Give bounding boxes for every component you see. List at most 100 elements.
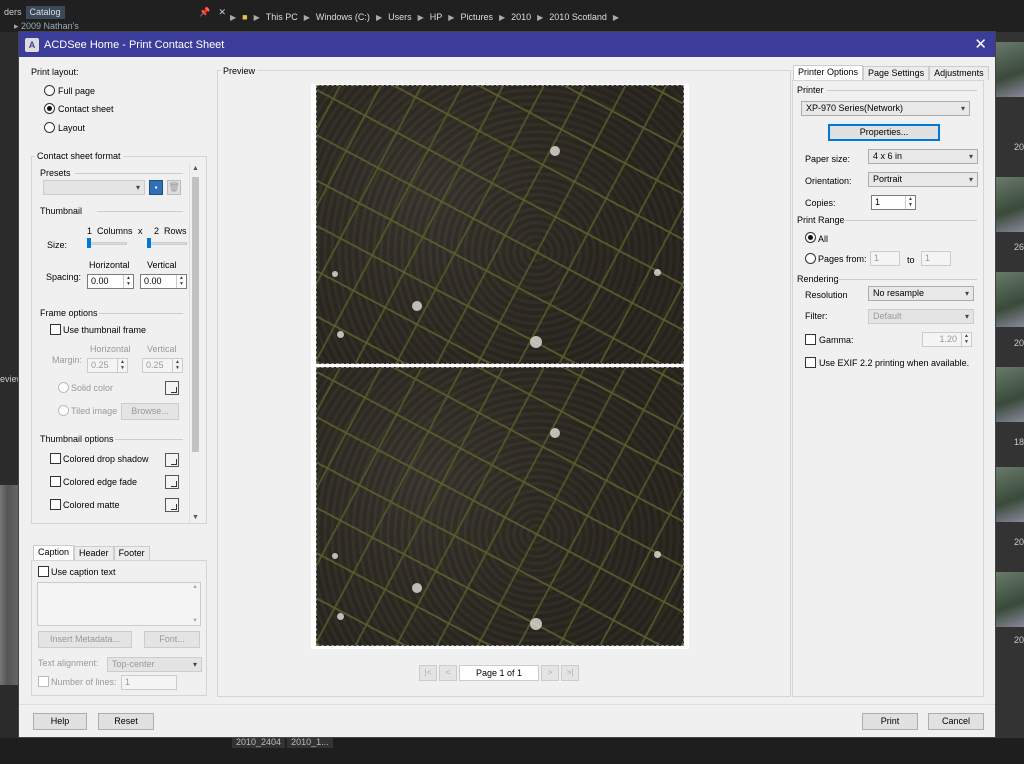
margin-vertical-input[interactable]: 0.25 ▲ ▼ xyxy=(142,358,183,373)
solid-color-swatch[interactable] xyxy=(165,381,179,395)
breadcrumb-item[interactable]: This PC xyxy=(266,12,298,22)
breadcrumb-item[interactable]: 2010 Scotland xyxy=(549,12,607,22)
margin-horizontal-input[interactable]: 0.25 ▲ ▼ xyxy=(87,358,128,373)
printer-select[interactable]: XP-970 Series(Network) ▾ xyxy=(801,101,970,116)
print-button[interactable]: Print xyxy=(862,713,918,730)
breadcrumb-item[interactable]: HP xyxy=(430,12,443,22)
rows-slider[interactable] xyxy=(147,242,187,245)
format-scrollbar[interactable]: ▲ ▼ xyxy=(189,163,201,523)
contact-sheet-radio[interactable] xyxy=(44,103,55,114)
use-thumbnail-frame-label[interactable]: Use thumbnail frame xyxy=(63,325,146,335)
preview-thumbnail-1[interactable] xyxy=(316,85,684,364)
cancel-button[interactable]: Cancel xyxy=(928,713,984,730)
pages-from-input[interactable]: 1 xyxy=(870,251,900,266)
scroll-up-icon[interactable]: ▲ xyxy=(192,584,198,590)
breadcrumb-item[interactable]: Users xyxy=(388,12,412,22)
save-preset-icon[interactable]: ▪ xyxy=(149,180,163,195)
matte-color-swatch[interactable] xyxy=(165,498,179,512)
help-button[interactable]: Help xyxy=(33,713,87,730)
presets-select[interactable]: ▾ xyxy=(43,180,145,195)
folders-tab[interactable]: ders xyxy=(0,6,26,19)
resolution-select[interactable]: No resample ▾ xyxy=(868,286,974,301)
tab-footer[interactable]: Footer xyxy=(113,546,150,560)
scroll-up-icon[interactable]: ▲ xyxy=(192,165,199,172)
tiled-image-radio[interactable] xyxy=(58,405,69,416)
paper-size-select[interactable]: 4 x 6 in ▾ xyxy=(868,149,978,164)
thumbnail[interactable] xyxy=(996,177,1024,232)
spin-arrows-icon[interactable]: ▲ ▼ xyxy=(961,333,971,346)
gamma-input[interactable]: 1.20 ▲ ▼ xyxy=(922,332,972,347)
font-button[interactable]: Font... xyxy=(144,631,200,648)
thumbnail[interactable] xyxy=(996,42,1024,97)
drop-shadow-color-swatch[interactable] xyxy=(165,453,179,467)
pages-from-radio[interactable] xyxy=(805,253,816,264)
pin-icon[interactable]: 📌 xyxy=(195,6,214,19)
preview-thumbnail-2[interactable] xyxy=(316,367,684,646)
orientation-select[interactable]: Portrait ▾ xyxy=(868,172,978,187)
delete-preset-icon[interactable]: 🗑 xyxy=(167,180,181,195)
use-thumbnail-frame-checkbox[interactable] xyxy=(50,324,61,335)
full-page-radio[interactable] xyxy=(44,85,55,96)
colored-edge-fade-checkbox[interactable] xyxy=(50,476,61,487)
gamma-checkbox[interactable] xyxy=(805,334,816,345)
use-caption-text-label[interactable]: Use caption text xyxy=(51,567,116,577)
colored-drop-shadow-checkbox[interactable] xyxy=(50,453,61,464)
spacing-horizontal-input[interactable]: 0.00 ▲ ▼ xyxy=(87,274,134,289)
colored-matte-checkbox[interactable] xyxy=(50,499,61,510)
thumbnail[interactable] xyxy=(996,272,1024,327)
tab-printer-options[interactable]: Printer Options xyxy=(793,65,864,80)
contact-sheet-label[interactable]: Contact sheet xyxy=(58,104,114,114)
print-all-radio[interactable] xyxy=(805,232,816,243)
layout-label[interactable]: Layout xyxy=(58,123,85,133)
tab-adjustments[interactable]: Adjustments xyxy=(929,66,989,80)
tab-header[interactable]: Header xyxy=(74,546,114,560)
use-caption-text-checkbox[interactable] xyxy=(38,566,49,577)
number-of-lines-input[interactable]: 1 xyxy=(121,675,177,690)
pages-from-label[interactable]: Pages from: xyxy=(818,254,867,264)
full-page-label[interactable]: Full page xyxy=(58,86,95,96)
tiled-image-label[interactable]: Tiled image xyxy=(71,406,117,416)
pages-to-input[interactable]: 1 xyxy=(921,251,951,266)
insert-metadata-button[interactable]: Insert Metadata... xyxy=(38,631,132,648)
breadcrumb-item[interactable]: Windows (C:) xyxy=(316,12,370,22)
properties-button[interactable]: Properties... xyxy=(828,124,940,141)
text-alignment-select[interactable]: Top-center ▾ xyxy=(107,657,202,672)
columns-slider[interactable] xyxy=(87,242,127,245)
colored-edge-fade-label[interactable]: Colored edge fade xyxy=(63,477,137,487)
reset-button[interactable]: Reset xyxy=(98,713,154,730)
solid-color-radio[interactable] xyxy=(58,382,69,393)
edge-fade-color-swatch[interactable] xyxy=(165,475,179,489)
previous-page-button[interactable]: < xyxy=(439,665,457,681)
spin-arrows-icon[interactable]: ▲ ▼ xyxy=(176,275,186,288)
solid-color-label[interactable]: Solid color xyxy=(71,383,113,393)
copies-input[interactable]: 1 ▲ ▼ xyxy=(871,195,916,210)
spin-arrows-icon[interactable]: ▲ ▼ xyxy=(123,275,133,288)
last-page-button[interactable]: >| xyxy=(561,665,579,681)
spacing-vertical-input[interactable]: 0.00 ▲ ▼ xyxy=(140,274,187,289)
number-of-lines-checkbox[interactable] xyxy=(38,676,49,687)
gamma-label[interactable]: Gamma: xyxy=(819,335,854,345)
browse-button[interactable]: Browse... xyxy=(121,403,179,420)
breadcrumb-item[interactable]: Pictures xyxy=(460,12,493,22)
close-icon[interactable]: ✕ xyxy=(974,35,987,53)
filter-select[interactable]: Default ▾ xyxy=(868,309,974,324)
next-page-button[interactable]: > xyxy=(541,665,559,681)
rows-slider-thumb[interactable] xyxy=(147,238,151,248)
tab-caption[interactable]: Caption xyxy=(33,545,75,560)
spin-arrows-icon[interactable]: ▲ ▼ xyxy=(905,196,915,209)
thumbnail[interactable] xyxy=(996,367,1024,422)
spin-arrows-icon[interactable]: ▲ ▼ xyxy=(117,359,127,372)
thumbnail[interactable] xyxy=(996,572,1024,627)
scroll-thumb[interactable] xyxy=(192,177,199,452)
colored-drop-shadow-label[interactable]: Colored drop shadow xyxy=(63,454,149,464)
exif-printing-label[interactable]: Use EXIF 2.2 printing when available. xyxy=(819,358,969,368)
tab-page-settings[interactable]: Page Settings xyxy=(863,66,930,80)
breadcrumb-item[interactable]: 2010 xyxy=(511,12,531,22)
layout-radio[interactable] xyxy=(44,122,55,133)
panel-close-icon[interactable]: ✕ xyxy=(214,6,230,19)
print-all-label[interactable]: All xyxy=(818,234,828,244)
colored-matte-label[interactable]: Colored matte xyxy=(63,500,120,510)
scroll-down-icon[interactable]: ▼ xyxy=(192,514,199,521)
spin-arrows-icon[interactable]: ▲ ▼ xyxy=(172,359,182,372)
scroll-down-icon[interactable]: ▼ xyxy=(192,618,198,624)
